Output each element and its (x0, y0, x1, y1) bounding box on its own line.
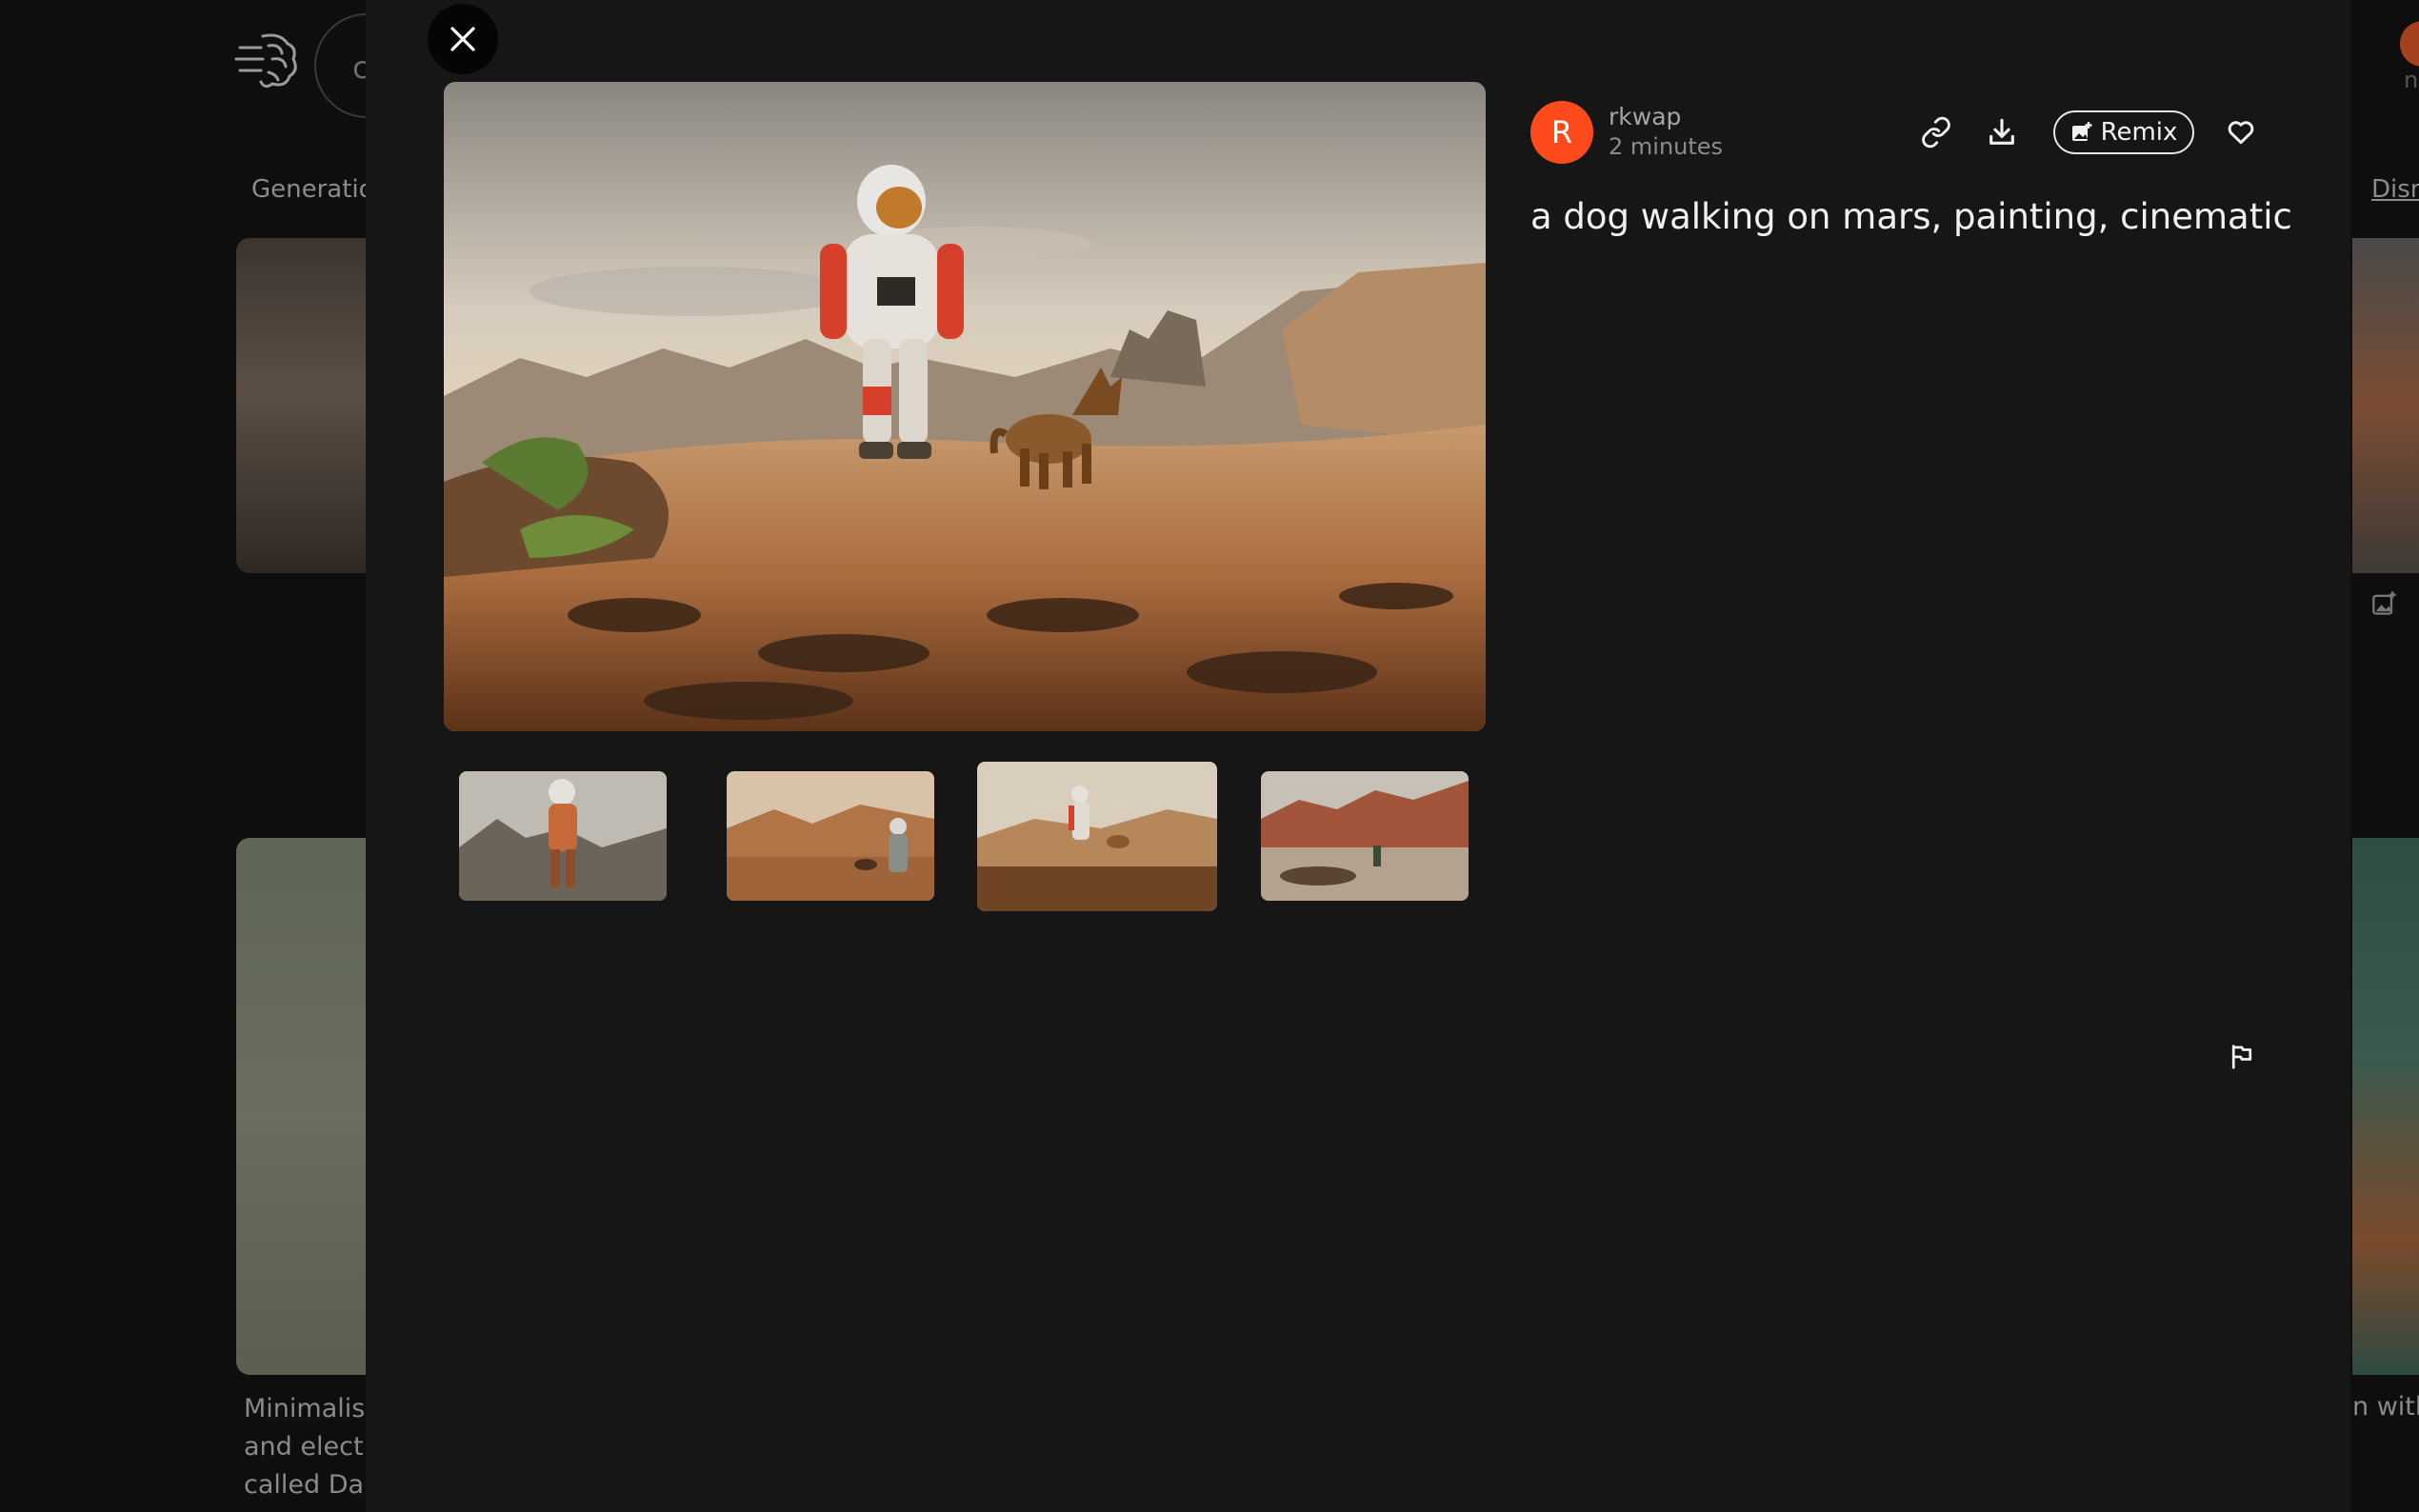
caption-line: called Da (244, 1470, 365, 1500)
prompt-text: a dog walking on mars, painting, cinemat… (1530, 196, 2292, 237)
brain-logo-icon (234, 33, 297, 89)
background-user-letter: n (2404, 67, 2419, 93)
caption-line: and elect (244, 1432, 364, 1462)
remix-button[interactable]: Remix (2053, 110, 2194, 154)
remix-label: Remix (2100, 118, 2178, 147)
thumbnail-image (977, 762, 1217, 911)
mars-astronaut-dog-image (444, 82, 1486, 731)
close-icon (450, 27, 475, 51)
background-dismiss-link[interactable]: Dism (2371, 175, 2419, 204)
download-icon (1989, 118, 2014, 145)
download-button[interactable] (1979, 109, 2025, 155)
copy-link-button[interactable] (1913, 109, 1959, 155)
thumbnail[interactable] (1261, 771, 1469, 901)
background-card-caption: Minimalist and elect called Da (244, 1390, 377, 1504)
heart-icon (2228, 121, 2254, 145)
main-image (444, 82, 1486, 731)
image-plus-icon[interactable] (2371, 590, 2398, 617)
favorite-button[interactable] (2218, 109, 2264, 155)
background-user-avatar[interactable] (2400, 21, 2419, 67)
background-image-card[interactable] (236, 838, 379, 1375)
author-avatar[interactable]: R (1530, 101, 1593, 164)
thumbnail[interactable] (727, 771, 934, 901)
thumbnail-image (459, 771, 667, 901)
background-image-card[interactable] (2352, 238, 2419, 573)
flag-icon (2231, 1044, 2252, 1069)
background-image-card[interactable] (2352, 838, 2419, 1375)
image-plus-icon (2071, 122, 2092, 141)
report-button[interactable] (2219, 1034, 2265, 1080)
author-username[interactable]: rkwap (1609, 103, 1681, 130)
link-icon (1922, 116, 1950, 149)
thumbnail-image (727, 771, 934, 901)
background-card-caption: n with (2352, 1392, 2419, 1422)
avatar-letter: R (1550, 114, 1573, 150)
background-image-card[interactable] (236, 238, 379, 573)
thumbnail[interactable] (459, 771, 667, 901)
thumbnail-selected[interactable] (977, 762, 1217, 911)
thumbnail-image (1261, 771, 1469, 901)
close-button[interactable] (428, 4, 498, 74)
post-timestamp: 2 minutes (1609, 133, 1724, 160)
caption-line: Minimalist (244, 1394, 375, 1423)
background-tab-generations[interactable]: Generatio (251, 175, 374, 204)
